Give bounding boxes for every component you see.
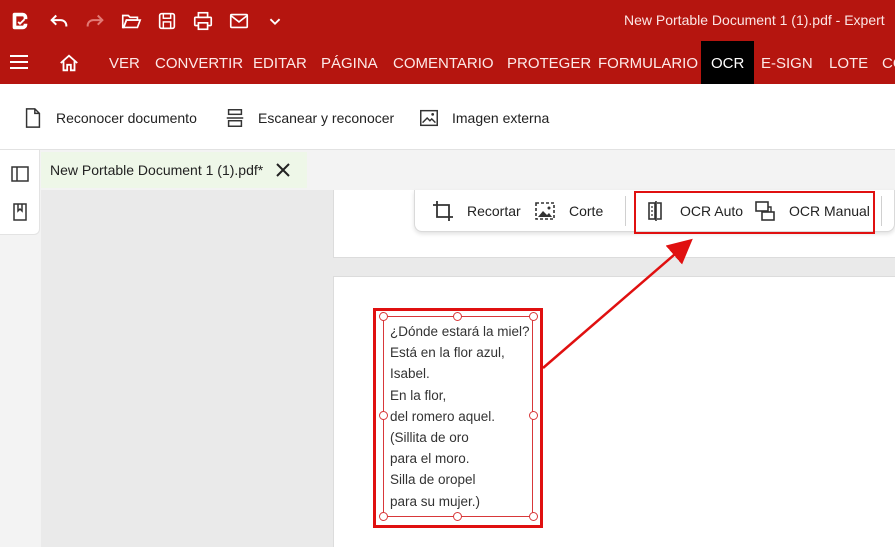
resize-handle-top-left[interactable] <box>379 312 388 321</box>
print-icon[interactable] <box>191 9 215 33</box>
document-tab-label: New Portable Document 1 (1).pdf* <box>50 162 264 178</box>
title-bar: New Portable Document 1 (1).pdf - Expert <box>0 0 895 41</box>
scan-recognize-button[interactable]: Escanear y reconocer <box>224 106 394 130</box>
resize-handle-bottom-left[interactable] <box>379 512 388 521</box>
resize-handle-top-right[interactable] <box>529 312 538 321</box>
cut-button[interactable]: Corte <box>533 198 603 224</box>
open-folder-icon[interactable] <box>119 9 143 33</box>
menu-comentario[interactable]: COMENTARIO <box>393 41 494 84</box>
toolbar-divider <box>625 196 626 226</box>
crop-button[interactable]: Recortar <box>431 198 521 224</box>
poem-line: (Sillita de oro <box>390 430 469 446</box>
poem-line: para el moro. <box>390 451 470 467</box>
resize-handle-bottom[interactable] <box>453 512 462 521</box>
cut-label: Corte <box>569 203 604 219</box>
toolbar-divider-right <box>881 196 882 226</box>
external-image-label: Imagen externa <box>452 110 550 126</box>
document-tab[interactable]: New Portable Document 1 (1).pdf* <box>41 152 307 188</box>
poem-line: del romero aquel. <box>390 408 496 424</box>
ocr-ribbon: Reconocer documento Escanear y reconocer… <box>0 84 895 150</box>
recognize-document-label: Reconocer documento <box>56 110 197 126</box>
poem-line: Está en la flor azul, <box>390 345 505 361</box>
document-icon <box>25 108 41 128</box>
undo-icon[interactable] <box>47 9 71 33</box>
menu-pagina[interactable]: PÁGINA <box>321 41 378 84</box>
menu-lote[interactable]: LOTE <box>829 41 868 84</box>
menu-proteger[interactable]: PROTEGER <box>507 41 591 84</box>
poem-text: ¿Dónde estará la miel? Está en la flor a… <box>390 321 530 512</box>
chevron-down-icon[interactable] <box>263 9 287 33</box>
snip-image-icon <box>535 202 555 220</box>
crop-label: Recortar <box>467 203 521 219</box>
menu-ver[interactable]: VER <box>109 41 140 84</box>
menu-editar[interactable]: EDITAR <box>253 41 307 84</box>
resize-handle-right[interactable] <box>529 411 538 420</box>
menu-co[interactable]: CO <box>882 41 895 84</box>
crop-icon <box>433 201 453 221</box>
window-title: New Portable Document 1 (1).pdf - Expert <box>624 12 885 28</box>
scan-recognize-label: Escanear y reconocer <box>258 110 395 126</box>
hamburger-menu-icon[interactable] <box>10 55 28 69</box>
image-icon <box>420 109 438 127</box>
menu-convertir[interactable]: CONVERTIR <box>155 41 243 84</box>
scanner-icon <box>226 109 244 127</box>
menu-ocr[interactable]: OCR <box>701 41 755 84</box>
poem-line: Isabel. <box>390 366 430 382</box>
resize-handle-bottom-right[interactable] <box>529 512 538 521</box>
left-sidebar <box>0 150 40 235</box>
menu-esign[interactable]: E-SIGN <box>761 41 813 84</box>
external-image-button[interactable]: Imagen externa <box>418 106 549 130</box>
poem-line: En la flor, <box>390 387 447 403</box>
resize-handle-top[interactable] <box>453 312 462 321</box>
resize-handle-left[interactable] <box>379 411 388 420</box>
app-logo-icon[interactable] <box>8 9 32 33</box>
poem-line: Silla de oropel <box>390 472 476 488</box>
save-icon[interactable] <box>155 9 179 33</box>
menu-bar: VER CONVERTIR EDITAR PÁGINA COMENTARIO P… <box>0 41 895 84</box>
mail-icon[interactable] <box>227 9 251 33</box>
ocr-buttons-highlight <box>634 191 875 234</box>
menu-formulario[interactable]: FORMULARIO <box>598 41 698 84</box>
recognize-document-button[interactable]: Reconocer documento <box>22 106 197 130</box>
redo-icon[interactable] <box>83 9 107 33</box>
close-icon[interactable] <box>275 162 291 178</box>
bookmark-icon[interactable] <box>10 202 30 222</box>
poem-line: para su mujer.) <box>390 493 481 509</box>
home-icon[interactable] <box>58 52 80 74</box>
poem-line: ¿Dónde estará la miel? <box>390 324 530 339</box>
panel-toggle-icon[interactable] <box>10 164 30 184</box>
